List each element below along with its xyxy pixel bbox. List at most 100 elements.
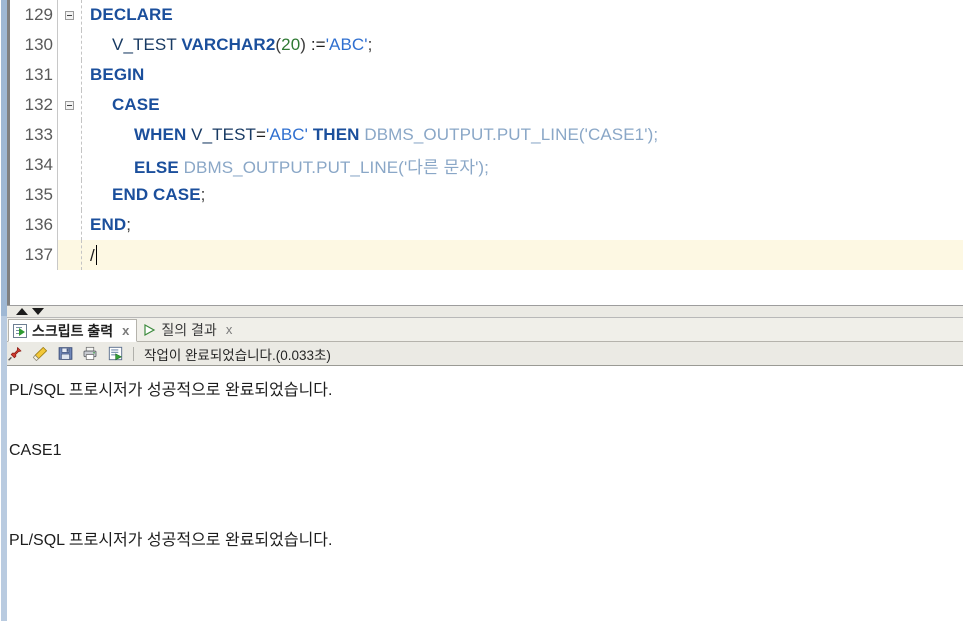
pin-icon[interactable] (5, 344, 25, 364)
code-line[interactable]: 129 DECLARE (10, 0, 963, 30)
token-function: DBMS_OUTPUT.PUT_LINE('CASE1'); (364, 125, 659, 144)
fold-spacer (58, 240, 80, 270)
triangle-up-icon[interactable] (16, 308, 28, 315)
script-output-console[interactable]: PL/SQL 프로시저가 성공적으로 완료되었습니다. CASE1 PL/SQL… (0, 366, 963, 621)
tab-query-result-close-icon[interactable]: x (226, 322, 233, 337)
token-function: DBMS_OUTPUT.PUT_LINE('다른 문자'); (183, 157, 490, 177)
code-text: WHEN V_TEST='ABC' THEN DBMS_OUTPUT.PUT_L… (80, 125, 658, 145)
fold-collapse-icon[interactable] (58, 0, 80, 30)
code-text: / (80, 244, 97, 266)
panel-splitter[interactable] (0, 305, 963, 318)
fold-collapse-icon[interactable] (58, 90, 80, 120)
output-tabstrip: 스크립트 출력 x 질의 결과 x (0, 318, 963, 342)
code-text: DECLARE (80, 5, 173, 25)
line-number: 132 (10, 90, 58, 120)
token-keyword: WHEN (134, 125, 187, 144)
code-line[interactable]: 136 END; (10, 210, 963, 240)
indent-guide (81, 150, 82, 180)
fold-spacer (58, 180, 80, 210)
fold-spacer (58, 60, 80, 90)
eraser-icon[interactable] (30, 344, 50, 364)
script-output-icon (13, 323, 27, 338)
tab-query-result-label: 질의 결과 (161, 321, 217, 338)
token-string: 'ABC' (325, 35, 368, 54)
token-identifier: V_TEST (191, 125, 257, 144)
indent-guide (81, 120, 82, 150)
tab-script-output[interactable]: 스크립트 출력 x (8, 319, 138, 342)
code-text: END CASE; (80, 185, 205, 205)
token-keyword: BEGIN (90, 65, 145, 84)
token-slash: / (90, 245, 95, 265)
triangle-down-icon[interactable] (32, 308, 44, 315)
fold-spacer (58, 30, 80, 60)
token-punct: ; (367, 35, 373, 54)
tab-script-output-label: 스크립트 출력 (32, 322, 114, 339)
code-line[interactable]: 137 / (10, 240, 963, 270)
token-punct: ; (126, 215, 132, 234)
token-keyword: END (90, 215, 127, 234)
line-number: 130 (10, 30, 58, 60)
code-text: END; (80, 215, 131, 235)
code-line[interactable]: 131 BEGIN (10, 60, 963, 90)
token-operator: := (306, 35, 326, 54)
line-number: 136 (10, 210, 58, 240)
indent-guide (81, 60, 82, 90)
token-punct: ; (200, 185, 206, 204)
console-line: PL/SQL 프로시저가 성공적으로 완료되었습니다. (9, 532, 333, 549)
code-line[interactable]: 132 CASE (10, 90, 963, 120)
sql-developer-window: 129 DECLARE 130 V_TEST VARCHAR2(20) :='ABC'… (0, 0, 963, 621)
code-text: CASE (80, 95, 160, 115)
token-identifier: V_TEST (112, 35, 177, 54)
indent-guide (81, 180, 82, 210)
indent-guide (81, 90, 82, 120)
line-number: 137 (10, 240, 58, 270)
indent-guide (81, 0, 82, 30)
window-left-edge-rail-lower (1, 316, 7, 621)
toolbar-separator (133, 346, 134, 361)
fold-spacer (58, 150, 80, 180)
run-script-icon[interactable] (105, 344, 125, 364)
line-number: 133 (10, 120, 58, 150)
token-number: 20 (281, 35, 301, 54)
fold-spacer (58, 120, 80, 150)
code-line[interactable]: 134 ELSE DBMS_OUTPUT.PUT_LINE('다른 문자'); (10, 150, 963, 180)
token-keyword: DECLARE (90, 5, 173, 24)
print-icon[interactable] (80, 344, 100, 364)
token-keyword: END CASE (112, 185, 201, 204)
code-line[interactable]: 133 WHEN V_TEST='ABC' THEN DBMS_OUTPUT.PU… (10, 120, 963, 150)
token-keyword: CASE (112, 95, 160, 114)
fold-spacer (58, 210, 80, 240)
indent-guide (81, 30, 82, 60)
token-keyword: ELSE (134, 157, 179, 177)
line-number: 135 (10, 180, 58, 210)
line-number: 131 (10, 60, 58, 90)
token-keyword: VARCHAR2 (181, 35, 276, 54)
token-keyword: THEN (312, 125, 360, 144)
code-text: BEGIN (80, 65, 144, 85)
token-string: 'ABC' (266, 125, 308, 144)
indent-guide (81, 210, 82, 240)
tab-query-result[interactable]: 질의 결과 x (137, 318, 239, 341)
code-text: ELSE DBMS_OUTPUT.PUT_LINE('다른 문자'); (80, 153, 489, 178)
window-left-edge-rail (0, 0, 7, 621)
indent-guide (81, 240, 82, 270)
line-number: 134 (10, 150, 58, 180)
console-line: CASE1 (9, 442, 62, 459)
code-line-list: 129 DECLARE 130 V_TEST VARCHAR2(20) :='ABC'… (10, 0, 963, 270)
output-panel: 스크립트 출력 x 질의 결과 x 작업이 완료되었습니다.(0.033초) P… (0, 318, 963, 621)
tab-script-output-close-icon[interactable]: x (122, 323, 129, 338)
console-line-list: PL/SQL 프로시저가 성공적으로 완료되었습니다. CASE1 PL/SQL… (0, 366, 963, 556)
output-status-text: 작업이 완료되었습니다.(0.033초) (144, 347, 331, 363)
code-line[interactable]: 130 V_TEST VARCHAR2(20) :='ABC'; (10, 30, 963, 60)
save-icon[interactable] (55, 344, 75, 364)
code-text: V_TEST VARCHAR2(20) :='ABC'; (80, 35, 372, 55)
token-operator: = (256, 125, 267, 144)
sql-editor[interactable]: 129 DECLARE 130 V_TEST VARCHAR2(20) :='ABC'… (0, 0, 963, 305)
console-line: PL/SQL 프로시저가 성공적으로 완료되었습니다. (9, 382, 333, 399)
text-caret (95, 244, 97, 265)
code-line[interactable]: 135 END CASE; (10, 180, 963, 210)
play-icon (141, 322, 156, 337)
